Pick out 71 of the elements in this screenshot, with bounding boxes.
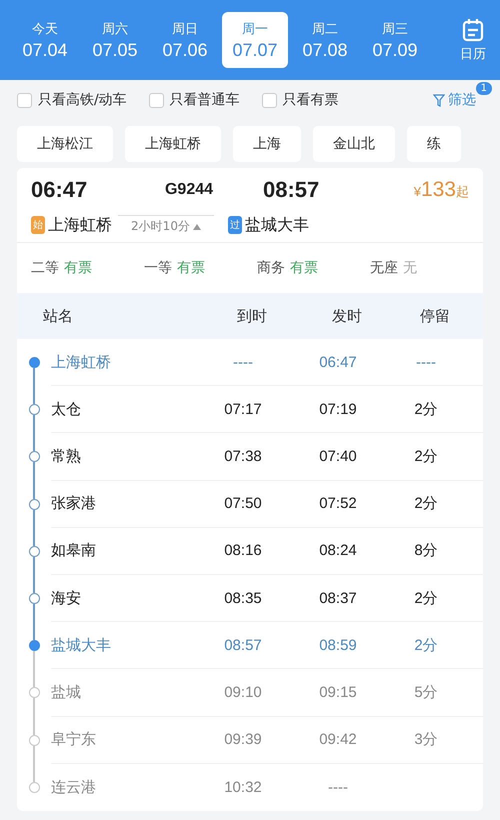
arrive-time-cell-text: 09:10 [223, 684, 263, 701]
station-chip[interactable]: 练 [407, 126, 461, 162]
depart-time-cell-text: 08:24 [318, 542, 358, 560]
stop-duration: 2分 [413, 588, 439, 608]
duration: 2小时10分 [118, 215, 214, 235]
depart-time-cell-text: 06:47 [318, 354, 358, 371]
station-name: 阜宁东 [51, 730, 97, 750]
column-header: 到时 [236, 306, 268, 326]
filter-checkbox[interactable]: 只看普通车 [148, 91, 240, 109]
ticket-status: 有票 [177, 259, 205, 277]
arrive-time-cell-text: ---- [232, 354, 254, 371]
stop-duration: 2分 [413, 494, 439, 514]
station-name: 如皋南 [51, 541, 97, 560]
depart-time-cell-text: 09:42 [318, 731, 358, 748]
column-header: 发时 [331, 306, 363, 326]
seat-class: 无座 [370, 259, 398, 277]
depart-time-cell-text: 09:15 [318, 684, 358, 701]
from-station: 上海虹桥 [48, 214, 112, 236]
station-name: 张家港 [51, 494, 97, 514]
arrive-time-cell-text: 08:57 [223, 636, 263, 654]
depart-time-cell-text: 07:40 [318, 448, 358, 465]
price: ¥133起 [414, 178, 469, 202]
station-name: 连云港 [51, 778, 97, 797]
depart-time: 06:47 [31, 177, 88, 203]
arrive-time: 08:57 [263, 177, 320, 203]
filter-checkbox[interactable]: 只看有票 [262, 91, 339, 109]
filter-icon [433, 94, 445, 106]
ticket-status: 有票 [64, 259, 92, 277]
station-name: 常熟 [51, 446, 82, 466]
calendar-icon [462, 18, 484, 42]
station-chip[interactable]: 上海虹桥 [125, 126, 221, 162]
stop-duration: 2分 [413, 636, 439, 655]
station-name: 海安 [51, 588, 82, 608]
arrive-time-cell-text: 09:39 [223, 731, 263, 748]
arrive-time-cell-text: 07:50 [223, 495, 263, 512]
arrive-time-cell-text: 07:38 [223, 448, 263, 465]
seat-class: 二等 [31, 259, 59, 277]
to-station: 盐城大丰 [245, 214, 309, 236]
arrive-time-cell-text: 10:32 [223, 778, 263, 796]
count-badge: 1 [476, 82, 492, 95]
depart-time-cell-text: 07:52 [318, 495, 358, 512]
depart-time-cell-text: 08:37 [318, 590, 358, 607]
station-name: 盐城 [51, 682, 82, 702]
column-header: 停留 [419, 306, 451, 326]
station-name: 太仓 [51, 400, 82, 419]
train-number: G9244 [164, 181, 214, 199]
station-chip[interactable]: 上海 [233, 126, 301, 162]
via-badge: 过 [228, 216, 242, 234]
column-header: 站名 [43, 306, 74, 326]
depart-time-cell-text: ---- [327, 778, 349, 796]
arrive-time-cell-text: 08:35 [223, 590, 263, 607]
station-chip[interactable]: 金山北 [313, 126, 395, 162]
depart-time-cell-text: 08:59 [318, 636, 358, 654]
stop-duration: 2分 [413, 400, 439, 419]
ticket-status: 无 [403, 259, 417, 277]
stop-duration: 5分 [413, 682, 439, 702]
station-chip[interactable]: 上海松江 [17, 126, 113, 162]
stop-duration: 3分 [413, 730, 439, 750]
station-name: 盐城大丰 [51, 636, 112, 655]
start-badge: 始 [31, 216, 45, 234]
stop-duration: ---- [415, 354, 437, 371]
station-name: 上海虹桥 [51, 352, 112, 372]
arrive-time-cell-text: 07:17 [223, 400, 263, 418]
seat-class: 一等 [144, 259, 172, 277]
seat-class: 商务 [257, 259, 285, 277]
ticket-status: 有票 [290, 259, 318, 277]
stop-duration: 2分 [413, 446, 439, 466]
filter-checkbox[interactable]: 只看高铁/动车 [17, 91, 127, 109]
arrive-time-cell-text: 08:16 [223, 542, 263, 560]
stop-duration: 8分 [413, 541, 439, 560]
depart-time-cell-text: 07:19 [318, 400, 358, 418]
